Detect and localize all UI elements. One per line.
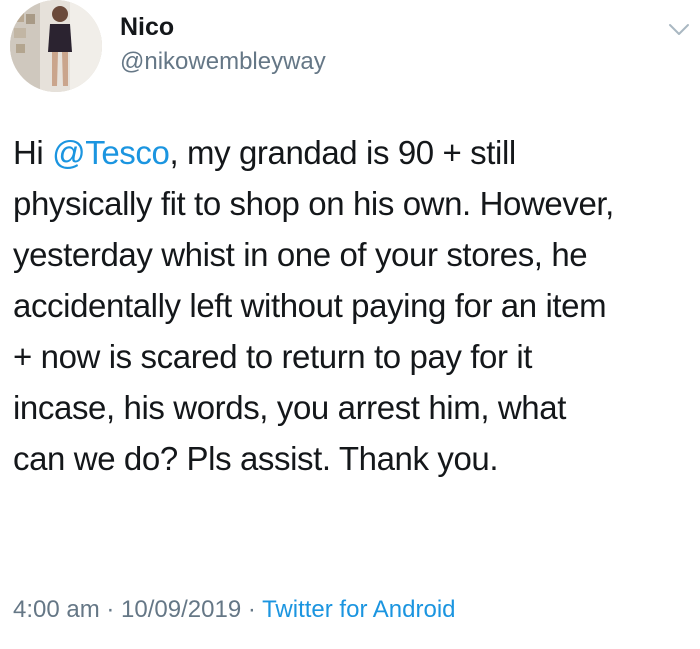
meta-separator: ·: [241, 596, 263, 623]
tweet-date[interactable]: 10/09/2019: [121, 596, 241, 623]
tweet-text-line: incase, his words, you arrest him, what: [13, 389, 566, 426]
tweet-text: Hi @Tesco, my grandad is 90 + still phys…: [13, 127, 697, 484]
tweet-card: Nico @nikowembleyway Hi @Tesco, my grand…: [0, 0, 700, 649]
tweet-text-line: accidentally left without paying for an …: [13, 287, 607, 324]
tweet-text-line: can we do? Pls assist. Thank you.: [13, 440, 499, 477]
user-handle[interactable]: @nikowembleyway: [120, 47, 326, 77]
tweet-metadata: 4:00 am · 10/09/2019 · Twitter for Andro…: [13, 595, 456, 625]
chevron-down-icon[interactable]: [667, 20, 691, 40]
tweet-text-line: physically fit to shop on his own. Howev…: [13, 185, 614, 222]
avatar-photo: [10, 0, 102, 92]
tweet-text-segment: , my grandad is 90 + still: [169, 134, 516, 171]
mention-link[interactable]: @Tesco: [52, 134, 170, 171]
tweet-text-line: Hi @Tesco, my grandad is 90 + still: [13, 127, 697, 178]
tweet-time[interactable]: 4:00 am: [13, 596, 100, 623]
avatar[interactable]: [10, 0, 102, 92]
display-name[interactable]: Nico: [120, 12, 174, 42]
tweet-text-line: yesterday whist in one of your stores, h…: [13, 236, 588, 273]
tweet-source-link[interactable]: Twitter for Android: [262, 596, 455, 623]
tweet-text-segment: Hi: [13, 134, 53, 171]
tweet-text-line: + now is scared to return to pay for it: [13, 338, 533, 375]
meta-separator: ·: [99, 596, 122, 623]
